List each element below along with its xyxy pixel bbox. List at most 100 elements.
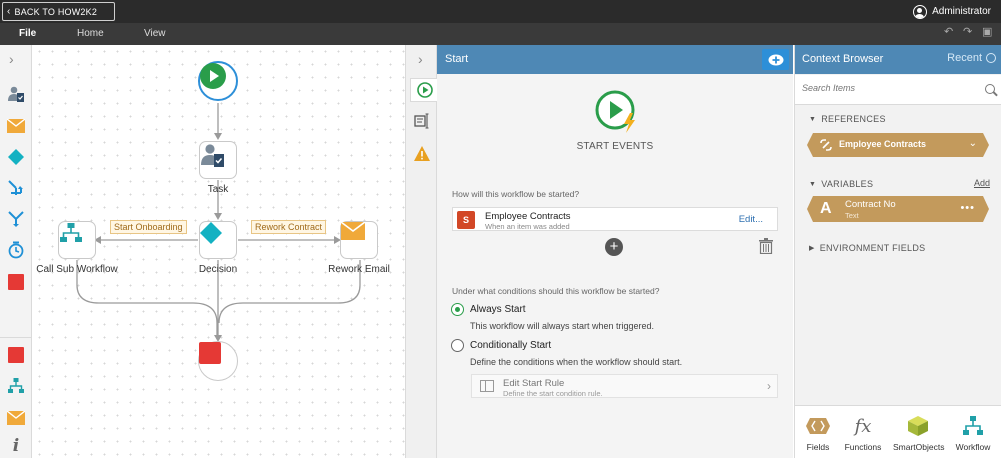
tab-warnings[interactable] bbox=[409, 141, 435, 165]
footer-smartobjects[interactable]: SmartObjects bbox=[893, 414, 945, 452]
variables-label: VARIABLES bbox=[821, 179, 874, 189]
more-options-icon[interactable]: ••• bbox=[960, 202, 975, 214]
conditionally-start-radio[interactable] bbox=[451, 339, 464, 352]
references-label: REFERENCES bbox=[821, 114, 886, 124]
footer-fields[interactable]: Fields bbox=[793, 414, 843, 452]
trash-icon[interactable] bbox=[759, 238, 773, 254]
back-button-label: BACK TO HOW2K2 bbox=[14, 6, 98, 17]
fields-icon bbox=[806, 418, 830, 434]
smartobjects-cube-icon bbox=[908, 416, 928, 436]
environment-fields-label: ENVIRONMENT FIELDS bbox=[819, 243, 926, 253]
search-input[interactable] bbox=[802, 83, 972, 93]
reference-item[interactable]: Employee Contracts ⌄ bbox=[807, 133, 989, 157]
variable-item[interactable]: A Contract No Text ••• bbox=[807, 196, 989, 222]
tab-properties[interactable] bbox=[409, 109, 435, 133]
add-event-icon[interactable]: + bbox=[605, 238, 623, 256]
footer-functions[interactable]: fx Functions bbox=[838, 414, 888, 453]
rule-subtitle: Define the start condition rule. bbox=[503, 389, 603, 398]
email-tool-2-icon[interactable] bbox=[6, 408, 26, 428]
line-label-start-onboarding[interactable]: Start Onboarding bbox=[110, 220, 187, 234]
add-event-button[interactable] bbox=[762, 49, 789, 70]
menu-view[interactable]: View bbox=[144, 28, 166, 39]
toolbar-actions: ↶ ↷ ▣ bbox=[944, 27, 993, 38]
references-section[interactable]: ▼ REFERENCES bbox=[809, 114, 886, 124]
edit-start-rule-button[interactable]: Edit Start Rule Define the start conditi… bbox=[471, 374, 778, 398]
decision-node[interactable] bbox=[199, 221, 237, 259]
footer-workflow[interactable]: Workflow bbox=[948, 414, 998, 452]
chevron-left-icon: ‹ bbox=[7, 6, 11, 17]
event-subtitle: When an item was added bbox=[485, 222, 570, 231]
workflow-canvas[interactable]: Task Decision Call Sub Workflow Rework E… bbox=[33, 45, 405, 458]
recent-button[interactable]: Recent bbox=[947, 52, 996, 64]
collapsed-triangle-icon: ▶ bbox=[809, 245, 815, 252]
variable-name: Contract No bbox=[845, 199, 896, 210]
sub-workflow-tool-icon[interactable] bbox=[6, 376, 26, 396]
always-start-radio[interactable] bbox=[451, 303, 464, 316]
variable-type: Text bbox=[845, 211, 859, 220]
top-bar: ‹ BACK TO HOW2K2 Administrator bbox=[0, 0, 1001, 23]
functions-icon: fx bbox=[854, 415, 872, 437]
menu-file[interactable]: File bbox=[19, 28, 36, 39]
collapse-panel-icon[interactable]: › bbox=[418, 51, 423, 67]
workflow-icon bbox=[963, 416, 983, 435]
decision-diamond-icon bbox=[200, 222, 222, 244]
sub-workflow-icon bbox=[60, 223, 82, 242]
back-button[interactable]: ‹ BACK TO HOW2K2 bbox=[2, 2, 115, 21]
footer-functions-label: Functions bbox=[844, 442, 882, 452]
line-label-rework-contract[interactable]: Rework Contract bbox=[251, 220, 327, 234]
recent-label: Recent bbox=[947, 52, 982, 64]
user-menu[interactable]: Administrator bbox=[913, 3, 991, 20]
sub-workflow-node[interactable] bbox=[58, 221, 96, 259]
footer-smartobjects-label: SmartObjects bbox=[893, 442, 945, 452]
toolbox-sidebar: › i bbox=[0, 45, 32, 458]
start-events-icon bbox=[595, 90, 635, 133]
end-tool-icon[interactable] bbox=[6, 272, 26, 292]
task-tool-icon[interactable] bbox=[6, 84, 26, 104]
user-name: Administrator bbox=[932, 6, 991, 17]
footer-fields-label: Fields bbox=[806, 442, 830, 452]
add-event-icon bbox=[768, 54, 783, 65]
expanded-triangle-icon: ▼ bbox=[809, 180, 817, 188]
conditions-question: Under what conditions should this workfl… bbox=[452, 286, 660, 296]
context-browser: Context Browser Recent ▼ REFERENCES Empl… bbox=[794, 45, 1001, 458]
info-icon[interactable]: i bbox=[6, 436, 26, 456]
properties-icon bbox=[414, 113, 429, 129]
text-type-icon: A bbox=[820, 200, 832, 217]
variables-section[interactable]: ▼ VARIABLES bbox=[809, 179, 873, 189]
clock-icon bbox=[986, 53, 996, 63]
merge-tool-icon[interactable] bbox=[6, 209, 26, 229]
rework-email-node[interactable] bbox=[340, 221, 378, 259]
email-tool-icon[interactable] bbox=[6, 116, 26, 136]
environment-fields-section[interactable]: ▶ ENVIRONMENT FIELDS bbox=[809, 243, 925, 253]
panel-header: Start bbox=[437, 45, 793, 74]
context-browser-title: Context Browser bbox=[802, 53, 884, 65]
sharepoint-icon: S bbox=[457, 211, 475, 229]
save-icon[interactable]: ▣ bbox=[982, 27, 993, 38]
chevron-down-icon: ⌄ bbox=[968, 138, 977, 149]
context-footer: Fields fx Functions SmartObjects Workflo… bbox=[795, 405, 1001, 458]
warning-icon bbox=[414, 145, 430, 161]
property-tabs: › bbox=[405, 45, 438, 458]
user-avatar-icon bbox=[913, 4, 928, 19]
footer-workflow-label: Workflow bbox=[955, 442, 991, 452]
task-node[interactable] bbox=[199, 141, 237, 179]
timer-tool-icon[interactable] bbox=[6, 240, 26, 260]
add-variable-link[interactable]: Add bbox=[974, 178, 990, 188]
rule-icon bbox=[480, 380, 494, 392]
undo-icon[interactable]: ↶ bbox=[944, 27, 955, 38]
search-icon[interactable] bbox=[985, 84, 995, 94]
start-node[interactable] bbox=[198, 61, 238, 101]
conditionally-start-label: Conditionally Start bbox=[470, 340, 552, 351]
split-tool-icon[interactable] bbox=[6, 178, 26, 198]
stop-tool-icon[interactable] bbox=[6, 345, 26, 365]
decision-tool-icon[interactable] bbox=[6, 147, 26, 167]
expand-toolbox-icon[interactable]: › bbox=[9, 51, 14, 67]
redo-icon[interactable]: ↷ bbox=[963, 27, 974, 38]
end-node[interactable] bbox=[198, 341, 238, 381]
start-events-heading: START EVENTS bbox=[576, 141, 654, 152]
reference-link-icon bbox=[820, 139, 832, 151]
rule-name: Edit Start Rule bbox=[503, 378, 565, 389]
menu-home[interactable]: Home bbox=[77, 28, 104, 39]
edit-event-link[interactable]: Edit... bbox=[739, 214, 763, 225]
tab-start-events[interactable] bbox=[410, 78, 438, 102]
